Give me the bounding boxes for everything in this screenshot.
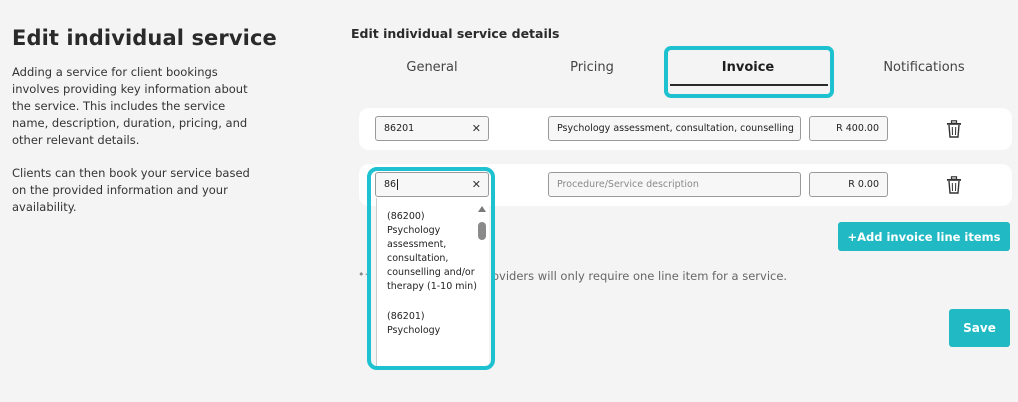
section-title: Edit individual service details xyxy=(351,26,560,41)
service-description-field[interactable]: Procedure/Service description xyxy=(548,172,801,197)
price-value: R 0.00 xyxy=(848,179,879,190)
booking-paragraph: Clients can then book your service based… xyxy=(12,166,250,214)
trash-icon[interactable] xyxy=(946,120,962,138)
service-description-value: Psychology assessment, consultation, cou… xyxy=(557,123,794,134)
price-value: R 400.00 xyxy=(836,123,879,134)
intro-paragraph: Adding a service for client bookings inv… xyxy=(12,65,248,147)
procedure-code-field[interactable]: 86201 ✕ xyxy=(375,116,489,141)
trash-icon[interactable] xyxy=(946,176,962,194)
tab-pricing[interactable]: Pricing xyxy=(536,60,648,75)
line-item-note: oviders will only require one line item … xyxy=(492,269,788,283)
procedure-code-value: 86201 xyxy=(384,123,415,134)
dropdown-highlight xyxy=(367,167,495,370)
clear-icon[interactable]: ✕ xyxy=(472,122,481,135)
price-field[interactable]: R 0.00 xyxy=(809,172,888,197)
left-panel: Edit individual service Adding a service… xyxy=(12,26,277,232)
page-title: Edit individual service xyxy=(12,26,277,50)
invoice-tab-highlight xyxy=(664,46,834,98)
tab-notifications[interactable]: Notifications xyxy=(864,60,984,75)
service-description-field[interactable]: Psychology assessment, consultation, cou… xyxy=(548,116,801,141)
price-field[interactable]: R 400.00 xyxy=(809,116,888,141)
tab-general[interactable]: General xyxy=(376,60,488,75)
service-description-placeholder: Procedure/Service description xyxy=(557,179,699,190)
save-button[interactable]: Save xyxy=(949,309,1010,347)
add-invoice-line-items-button[interactable]: +Add invoice line items xyxy=(838,222,1010,251)
